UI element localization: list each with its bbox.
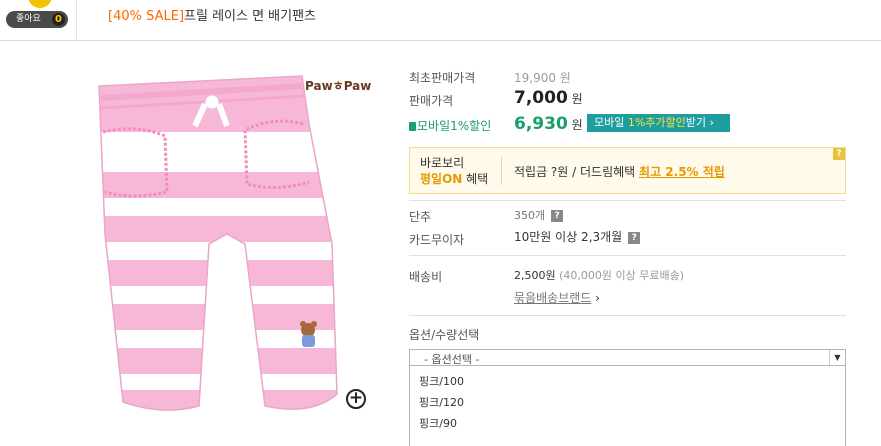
promo-title-suffix: 혜택 xyxy=(462,172,489,186)
mobile-button-suffix: 받기 › xyxy=(685,116,714,129)
sale-tag: [40% SALE] xyxy=(108,9,185,24)
product-name: 프릴 레이스 면 배기팬츠 xyxy=(184,9,317,24)
option-list: 핑크/100 핑크/120 핑크/90 xyxy=(409,366,846,446)
shipping-info: 2,500원 (40,000원 이상 무료배송) xyxy=(514,267,684,283)
top-bar: 좋아요 0 [40% SALE]프릴 레이스 면 배기팬츠 xyxy=(0,0,881,41)
promo-text: 적립금 ?원 / 더드림혜택 최고 2.5% 적립 xyxy=(514,163,725,180)
shipping-note: (40,000원 이상 무료배송) xyxy=(559,269,685,282)
brand-logo: PawㅎPaw xyxy=(305,79,371,93)
sold-help-icon[interactable]: ? xyxy=(551,210,564,222)
option-select-value: - 옵션선택 - xyxy=(424,353,480,366)
zoom-plus-icon[interactable]: + xyxy=(346,389,366,409)
like-label: 좋아요 xyxy=(16,14,41,24)
like-count: 0 xyxy=(52,13,65,26)
shipping-fee: 2,500원 xyxy=(514,269,556,282)
mobile-price-value: 6,930 xyxy=(514,114,568,134)
chevron-down-icon[interactable]: ▼ xyxy=(829,350,845,365)
card-value: 10만원 이상 2,3개월 xyxy=(514,230,623,244)
option-item[interactable]: 핑크/90 xyxy=(419,415,457,431)
promo-link[interactable]: 최고 2.5% 적립 xyxy=(639,165,725,179)
divider xyxy=(409,200,846,201)
sold-info: 350개? xyxy=(514,207,564,223)
divider xyxy=(409,255,846,256)
card-help-icon[interactable]: ? xyxy=(628,231,641,244)
mobile-discount-button[interactable]: 모바일 1%추가할인받기 › xyxy=(587,114,730,132)
shipping-label: 배송비 xyxy=(409,270,443,284)
sale-price-value: 7,000 xyxy=(514,88,568,108)
mobile-price: 6,930 원 xyxy=(514,114,583,134)
promo-title-line1: 바로보리 xyxy=(420,156,465,170)
original-price-label: 최초판매가격 xyxy=(409,71,476,85)
options-label: 옵션/수량선택 xyxy=(409,328,480,342)
sale-price: 7,000 원 xyxy=(514,88,583,108)
option-item[interactable]: 핑크/120 xyxy=(419,394,464,410)
promo-title: 바로보리 평일ON 혜택 xyxy=(420,155,488,187)
promo-divider xyxy=(501,157,502,185)
sold-value: 350개 xyxy=(514,209,546,222)
promo-title-highlight: 평일ON xyxy=(420,172,463,186)
sale-price-won: 원 xyxy=(571,92,583,106)
sale-price-label: 판매가격 xyxy=(409,94,454,108)
product-title: [40% SALE]프릴 레이스 면 배기팬츠 xyxy=(108,5,316,24)
bundle-shipping-link[interactable]: 묶음배송브랜드 › xyxy=(514,289,600,306)
option-item[interactable]: 핑크/100 xyxy=(419,373,464,389)
original-price: 19,900 원 xyxy=(514,71,571,85)
option-select[interactable]: - 옵션선택 - ▼ xyxy=(409,349,846,366)
divider xyxy=(409,315,846,316)
product-image[interactable]: PawㅎPaw xyxy=(77,64,373,416)
promo-box: 바로보리 평일ON 혜택 적립금 ?원 / 더드림혜택 최고 2.5% 적립 ? xyxy=(409,147,846,194)
mobile-button-prefix: 모바일 xyxy=(594,116,628,129)
card-label: 카드무이자 xyxy=(409,233,465,247)
sold-label: 단추 xyxy=(409,210,432,224)
mobile-discount-label: 모바일1%할인 xyxy=(409,117,491,134)
like-mascot-icon xyxy=(28,0,52,8)
promo-help-icon[interactable]: ? xyxy=(833,148,845,160)
bundle-link-text: 묶음배송브랜드 xyxy=(514,291,592,305)
like-area: 좋아요 0 xyxy=(0,0,77,40)
bundle-arrow-icon: › xyxy=(595,291,600,305)
card-info: 10만원 이상 2,3개월? xyxy=(514,228,641,245)
mobile-phone-icon xyxy=(409,122,416,131)
mobile-discount-text: 모바일1%할인 xyxy=(417,119,492,133)
mobile-price-won: 원 xyxy=(571,118,583,132)
promo-text-body: 적립금 ?원 / 더드림혜택 xyxy=(514,165,640,179)
mobile-button-highlight: 1%추가할인 xyxy=(627,116,686,129)
like-button[interactable]: 좋아요 0 xyxy=(6,11,68,28)
